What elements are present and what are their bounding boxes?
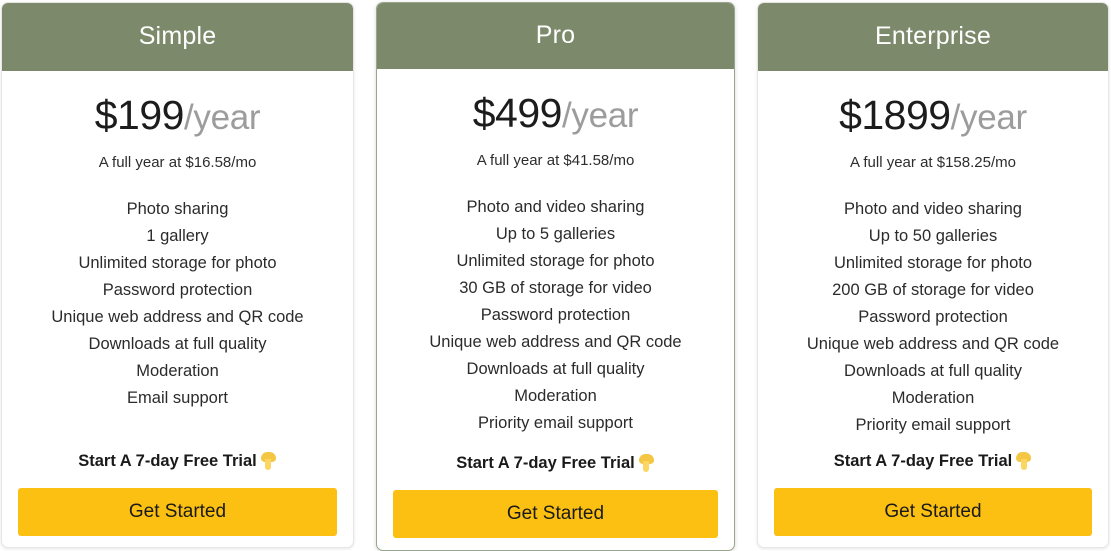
feature-list-enterprise: Photo and video sharing Up to 50 galleri… [774,196,1092,439]
list-item: Password protection [858,308,1008,326]
plan-card-simple[interactable]: Simple $199/year A full year at $16.58/m… [1,2,354,548]
price-amount-simple: $199 [94,92,185,138]
list-item: Photo sharing [126,200,229,218]
plan-body-enterprise: $1899/year A full year at $158.25/mo Pho… [758,71,1108,547]
list-item: Downloads at full quality [88,335,267,353]
price-subtext-enterprise: A full year at $158.25/mo [850,154,1016,171]
plan-body-pro: $499/year A full year at $41.58/mo Photo… [377,69,734,550]
list-item: Moderation [891,389,975,407]
list-item: Unique web address and QR code [429,333,682,351]
backhand-index-pointing-down-emoji [1015,452,1032,470]
list-item: Photo and video sharing [844,200,1022,218]
price-row-enterprise: $1899/year [774,95,1092,136]
list-item: Unlimited storage for photo [456,252,655,270]
plan-header-pro: Pro [377,3,734,69]
list-item: Moderation [514,387,597,405]
cta-headline-text: Start A 7-day Free Trial [78,452,257,470]
cta-headline-text: Start A 7-day Free Trial [833,452,1013,470]
plan-card-pro[interactable]: Pro $499/year A full year at $41.58/mo P… [376,2,735,551]
price-row-simple: $199/year [18,95,337,136]
cta-zone-simple: Start A 7-day Free Trial Get Started [18,452,337,547]
cta-headline-text: Start A 7-day Free Trial [456,454,635,472]
list-item: Email support [127,389,228,407]
price-period-simple: /year [183,98,261,137]
list-item: 1 gallery [146,227,209,245]
list-item: Priority email support [478,414,633,432]
feature-list-pro: Photo and video sharing Up to 5 gallerie… [393,194,718,437]
feature-list-simple: Photo sharing 1 gallery Unlimited storag… [18,196,337,412]
cta-headline-pro: Start A 7-day Free Trial [393,454,718,473]
cta-headline-enterprise: Start A 7-day Free Trial [774,452,1092,471]
backhand-index-pointing-down-emoji [638,454,655,472]
list-item: Password protection [102,281,253,299]
list-item: Unique web address and QR code [51,308,304,326]
plan-header-enterprise: Enterprise [758,3,1108,71]
list-item: Unique web address and QR code [806,335,1060,353]
list-item: Unlimited storage for photo [833,254,1033,272]
plan-body-simple: $199/year A full year at $16.58/mo Photo… [2,71,353,547]
price-amount-enterprise: $1899 [839,92,951,138]
price-subtext-pro: A full year at $41.58/mo [476,152,635,169]
get-started-button-enterprise[interactable]: Get Started [774,488,1092,536]
plan-name-enterprise: Enterprise [875,22,991,50]
list-item: Priority email support [855,416,1011,434]
list-item: Photo and video sharing [466,198,645,216]
price-amount-pro: $499 [472,90,563,136]
pricing-plans-grid: Simple $199/year A full year at $16.58/m… [0,0,1111,551]
price-period-pro: /year [561,96,639,135]
list-item: Unlimited storage for photo [78,254,277,272]
list-item: Downloads at full quality [844,362,1022,380]
price-row-pro: $499/year [393,93,718,134]
list-item: Up to 5 galleries [495,225,616,243]
list-item: 30 GB of storage for video [459,279,652,297]
cta-zone-pro: Start A 7-day Free Trial Get Started [393,454,718,550]
cta-headline-simple: Start A 7-day Free Trial [18,452,337,471]
plan-name-pro: Pro [535,21,576,49]
list-item: Password protection [480,306,631,324]
plan-name-simple: Simple [138,22,217,50]
plan-header-simple: Simple [2,3,353,71]
backhand-index-pointing-down-emoji [260,452,277,470]
cta-zone-enterprise: Start A 7-day Free Trial Get Started [774,452,1092,547]
list-item: Downloads at full quality [466,360,645,378]
list-item: Up to 50 galleries [868,227,998,245]
get-started-button-simple[interactable]: Get Started [18,488,337,536]
price-period-enterprise: /year [950,98,1028,137]
list-item: Moderation [136,362,219,380]
plan-card-enterprise[interactable]: Enterprise $1899/year A full year at $15… [757,2,1109,548]
get-started-button-pro[interactable]: Get Started [393,490,718,538]
price-subtext-simple: A full year at $16.58/mo [98,154,257,171]
list-item: 200 GB of storage for video [832,281,1034,299]
